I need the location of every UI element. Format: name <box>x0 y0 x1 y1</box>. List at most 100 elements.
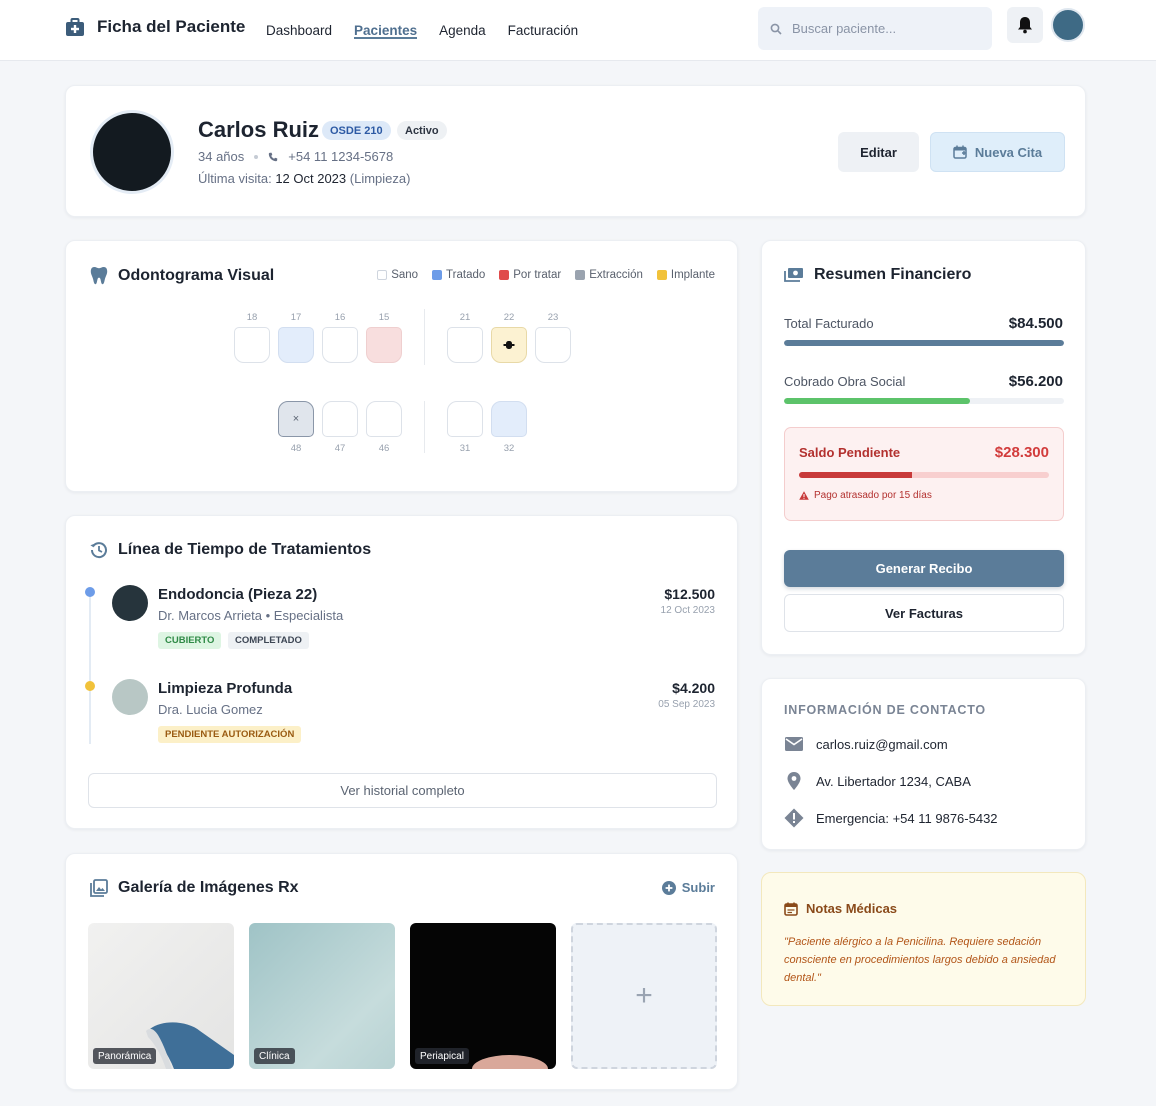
tooth-number: 16 <box>334 312 346 323</box>
treatment-title: Limpieza Profunda <box>158 680 293 697</box>
tooth-number: 48 <box>290 443 302 454</box>
search-input[interactable] <box>792 21 972 36</box>
financial-summary-card: Resumen Financiero Total Facturado $84.5… <box>761 240 1086 655</box>
total-billed-bar <box>784 340 1064 346</box>
separator-dot <box>254 154 259 159</box>
user-avatar[interactable] <box>1051 8 1085 42</box>
history-icon <box>90 542 107 559</box>
app-title: Ficha del Paciente <box>97 17 246 36</box>
treatment-timeline-card: Línea de Tiempo de Tratamientos Endodonc… <box>65 515 738 829</box>
tooth-number: 32 <box>503 443 515 454</box>
tooth-16[interactable] <box>322 327 358 363</box>
patient-meta: 34 años +54 11 1234-5678 <box>198 149 393 164</box>
legend-label: Sano <box>391 269 419 281</box>
tooth-17[interactable] <box>278 327 314 363</box>
nav-dashboard[interactable]: Dashboard <box>266 0 332 61</box>
legend-swatch-extraccion <box>575 270 586 280</box>
nav-pacientes[interactable]: Pacientes <box>354 0 418 61</box>
main-nav: Dashboard Pacientes Agenda Facturación <box>266 0 578 61</box>
treatment-date: 12 Oct 2023 <box>660 605 715 616</box>
last-visit: Última visita: 12 Oct 2023 (Limpieza) <box>198 171 410 186</box>
gallery-title: Galería de Imágenes Rx <box>118 879 299 896</box>
legend-label: Por tratar <box>513 269 562 281</box>
finance-header: Resumen Financiero <box>784 266 971 284</box>
treatment-title: Endodoncia (Pieza 22) <box>158 586 318 603</box>
new-appointment-button[interactable]: Nueva Cita <box>930 132 1065 172</box>
nav-agenda[interactable]: Agenda <box>439 0 486 61</box>
treatment-price: $12.500 <box>664 586 715 602</box>
generate-receipt-button[interactable]: Generar Recibo <box>784 550 1064 587</box>
xray-thumbnail-periapical[interactable]: Periapical <box>410 923 556 1069</box>
tooth-23[interactable] <box>535 327 571 363</box>
legend-label: Extracción <box>589 269 643 281</box>
tooth-21[interactable] <box>447 327 483 363</box>
edit-button[interactable]: Editar <box>838 132 919 172</box>
tooth-47[interactable] <box>322 401 358 437</box>
doctor-avatar <box>112 585 148 621</box>
tooth-15[interactable] <box>366 327 402 363</box>
medical-briefcase-icon <box>66 18 84 36</box>
odontogram-title: Odontograma Visual <box>118 266 275 284</box>
full-history-button[interactable]: Ver historial completo <box>88 773 717 808</box>
xray-thumbnail-clinica[interactable]: Clínica <box>249 923 395 1069</box>
treatment-price: $4.200 <box>672 680 715 696</box>
brand[interactable]: Ficha del Paciente <box>65 17 245 37</box>
mail-icon <box>785 737 803 751</box>
contact-address: Av. Libertador 1234, CABA <box>816 773 971 789</box>
legend-item-implante: Implante <box>656 269 715 281</box>
timeline-dot <box>85 587 95 597</box>
patient-phone: +54 11 1234-5678 <box>288 149 394 164</box>
tooth-22[interactable] <box>491 327 527 363</box>
notifications-button[interactable] <box>1007 7 1043 43</box>
tooth-number: 23 <box>547 312 559 323</box>
tooth-31[interactable] <box>447 401 483 437</box>
total-billed-row: Total Facturado $84.500 <box>784 315 1063 332</box>
xray-gallery-card: Galería de Imágenes Rx Subir Panorámica … <box>65 853 738 1090</box>
add-circle-icon <box>661 880 676 895</box>
thumbnail-label: Periapical <box>415 1048 469 1064</box>
insurance-badge: OSDE 210 <box>322 121 391 140</box>
tooth-18[interactable] <box>234 327 270 363</box>
status-badge: Activo <box>397 121 447 140</box>
notes-text: "Paciente alérgico a la Penicilina. Requ… <box>784 936 1056 984</box>
insurance-paid-row: Cobrado Obra Social $56.200 <box>784 373 1063 390</box>
odontogram-header: Odontograma Visual <box>90 266 274 285</box>
tooth-32[interactable] <box>491 401 527 437</box>
emergency-diamond-icon <box>784 808 804 828</box>
overdue-text: Pago atrasado por 15 días <box>814 490 932 501</box>
patient-photo <box>90 110 174 194</box>
calendar-note-icon <box>784 902 798 916</box>
tooth-46[interactable] <box>366 401 402 437</box>
thumbnail-label: Clínica <box>254 1048 295 1064</box>
legend-swatch-tratado <box>432 270 443 280</box>
last-visit-reason: (Limpieza) <box>349 171 411 186</box>
total-billed-value: $84.500 <box>1008 315 1063 332</box>
last-visit-date: 12 Oct 2023 <box>275 171 347 186</box>
finance-title: Resumen Financiero <box>814 266 972 283</box>
patient-age: 34 años <box>198 149 245 164</box>
tooth-number: 22 <box>503 312 515 323</box>
search-box[interactable] <box>758 7 992 50</box>
view-invoices-button[interactable]: Ver Facturas <box>784 594 1064 632</box>
tooth-number: 31 <box>459 443 471 454</box>
tag-cubierto: CUBIERTO <box>158 632 222 649</box>
tooth-48[interactable]: × <box>278 401 314 437</box>
treatment-doctor: Dra. Lucia Gomez <box>158 702 263 717</box>
implant-icon <box>503 341 515 349</box>
timeline-header: Línea de Tiempo de Tratamientos <box>90 541 371 559</box>
gallery-header: Galería de Imágenes Rx <box>90 879 299 897</box>
add-image-tile[interactable]: + <box>571 923 717 1069</box>
pending-balance-value: $28.300 <box>994 444 1049 461</box>
upload-button[interactable]: Subir <box>661 880 715 895</box>
timeline-line <box>89 592 91 744</box>
notes-title: Notas Médicas <box>806 901 898 916</box>
location-pin-icon <box>787 772 801 790</box>
xray-thumbnail-panoramica[interactable]: Panorámica <box>88 923 234 1069</box>
nav-facturacion[interactable]: Facturación <box>508 0 579 61</box>
bell-icon <box>1018 17 1032 34</box>
warning-icon <box>799 491 809 500</box>
legend-item-sano: Sano <box>377 269 418 281</box>
top-navbar: Ficha del Paciente Dashboard Pacientes A… <box>0 0 1156 61</box>
contact-email[interactable]: carlos.ruiz@gmail.com <box>816 737 948 752</box>
tooth-icon <box>90 267 108 285</box>
